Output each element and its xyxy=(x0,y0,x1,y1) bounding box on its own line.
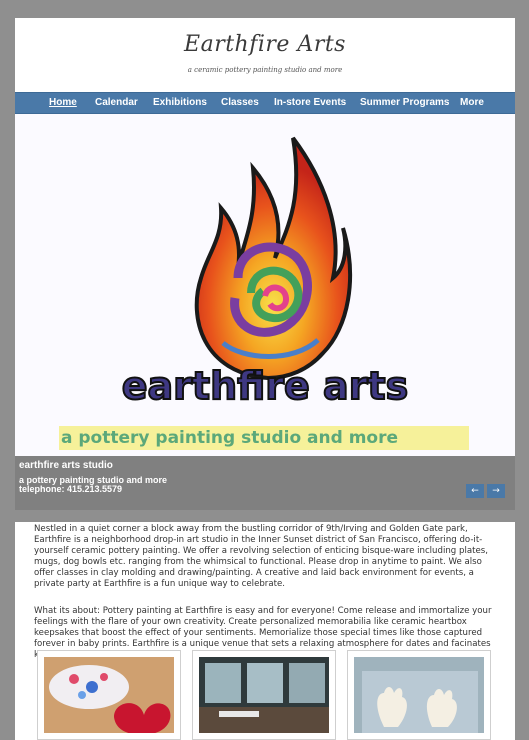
slide-caption-title: earthfire arts studio xyxy=(19,460,113,471)
section-divider xyxy=(15,510,515,522)
site-logo[interactable]: Earthfire Arts xyxy=(15,32,515,57)
slide-caption: earthfire arts studio a pottery painting… xyxy=(15,456,515,510)
gallery-thumb-baby-prints[interactable] xyxy=(347,650,491,740)
slide-prev-button[interactable]: ← xyxy=(466,484,484,498)
site-header: Earthfire Arts a ceramic pottery paintin… xyxy=(15,18,515,92)
main-nav: Home Calendar Exhibitions Classes In-sto… xyxy=(15,92,515,114)
slide-caption-phone: telephone: 415.213.5579 xyxy=(19,484,123,494)
nav-item-in-store-events[interactable]: In-store Events xyxy=(274,97,346,108)
nav-item-calendar[interactable]: Calendar xyxy=(95,97,138,108)
studio-photo xyxy=(199,657,329,733)
site-tagline: a ceramic pottery painting studio and mo… xyxy=(187,66,343,74)
hero-tagline: a pottery painting studio and more xyxy=(61,428,399,448)
nav-item-exhibitions[interactable]: Exhibitions xyxy=(153,97,207,108)
baby-prints-photo xyxy=(354,657,484,733)
hero-slideshow: earthfire arts a pottery painting studio… xyxy=(15,114,515,510)
flame-logo-icon xyxy=(194,136,353,381)
hero-brand-text: earthfire arts xyxy=(121,363,409,409)
gallery-thumb-studio[interactable] xyxy=(192,650,336,740)
nav-item-home[interactable]: Home xyxy=(49,97,77,108)
page-container: Earthfire Arts a ceramic pottery paintin… xyxy=(15,18,515,740)
gallery-thumb-heartbox[interactable] xyxy=(37,650,181,740)
heartbox-photo xyxy=(44,657,174,733)
slide-next-button[interactable]: → xyxy=(487,484,505,498)
nav-item-classes[interactable]: Classes xyxy=(221,97,259,108)
nav-item-summer-programs[interactable]: Summer Programs xyxy=(360,97,449,108)
nav-item-more[interactable]: More xyxy=(460,97,484,108)
intro-paragraph: Nestled in a quiet corner a block away f… xyxy=(34,524,488,589)
